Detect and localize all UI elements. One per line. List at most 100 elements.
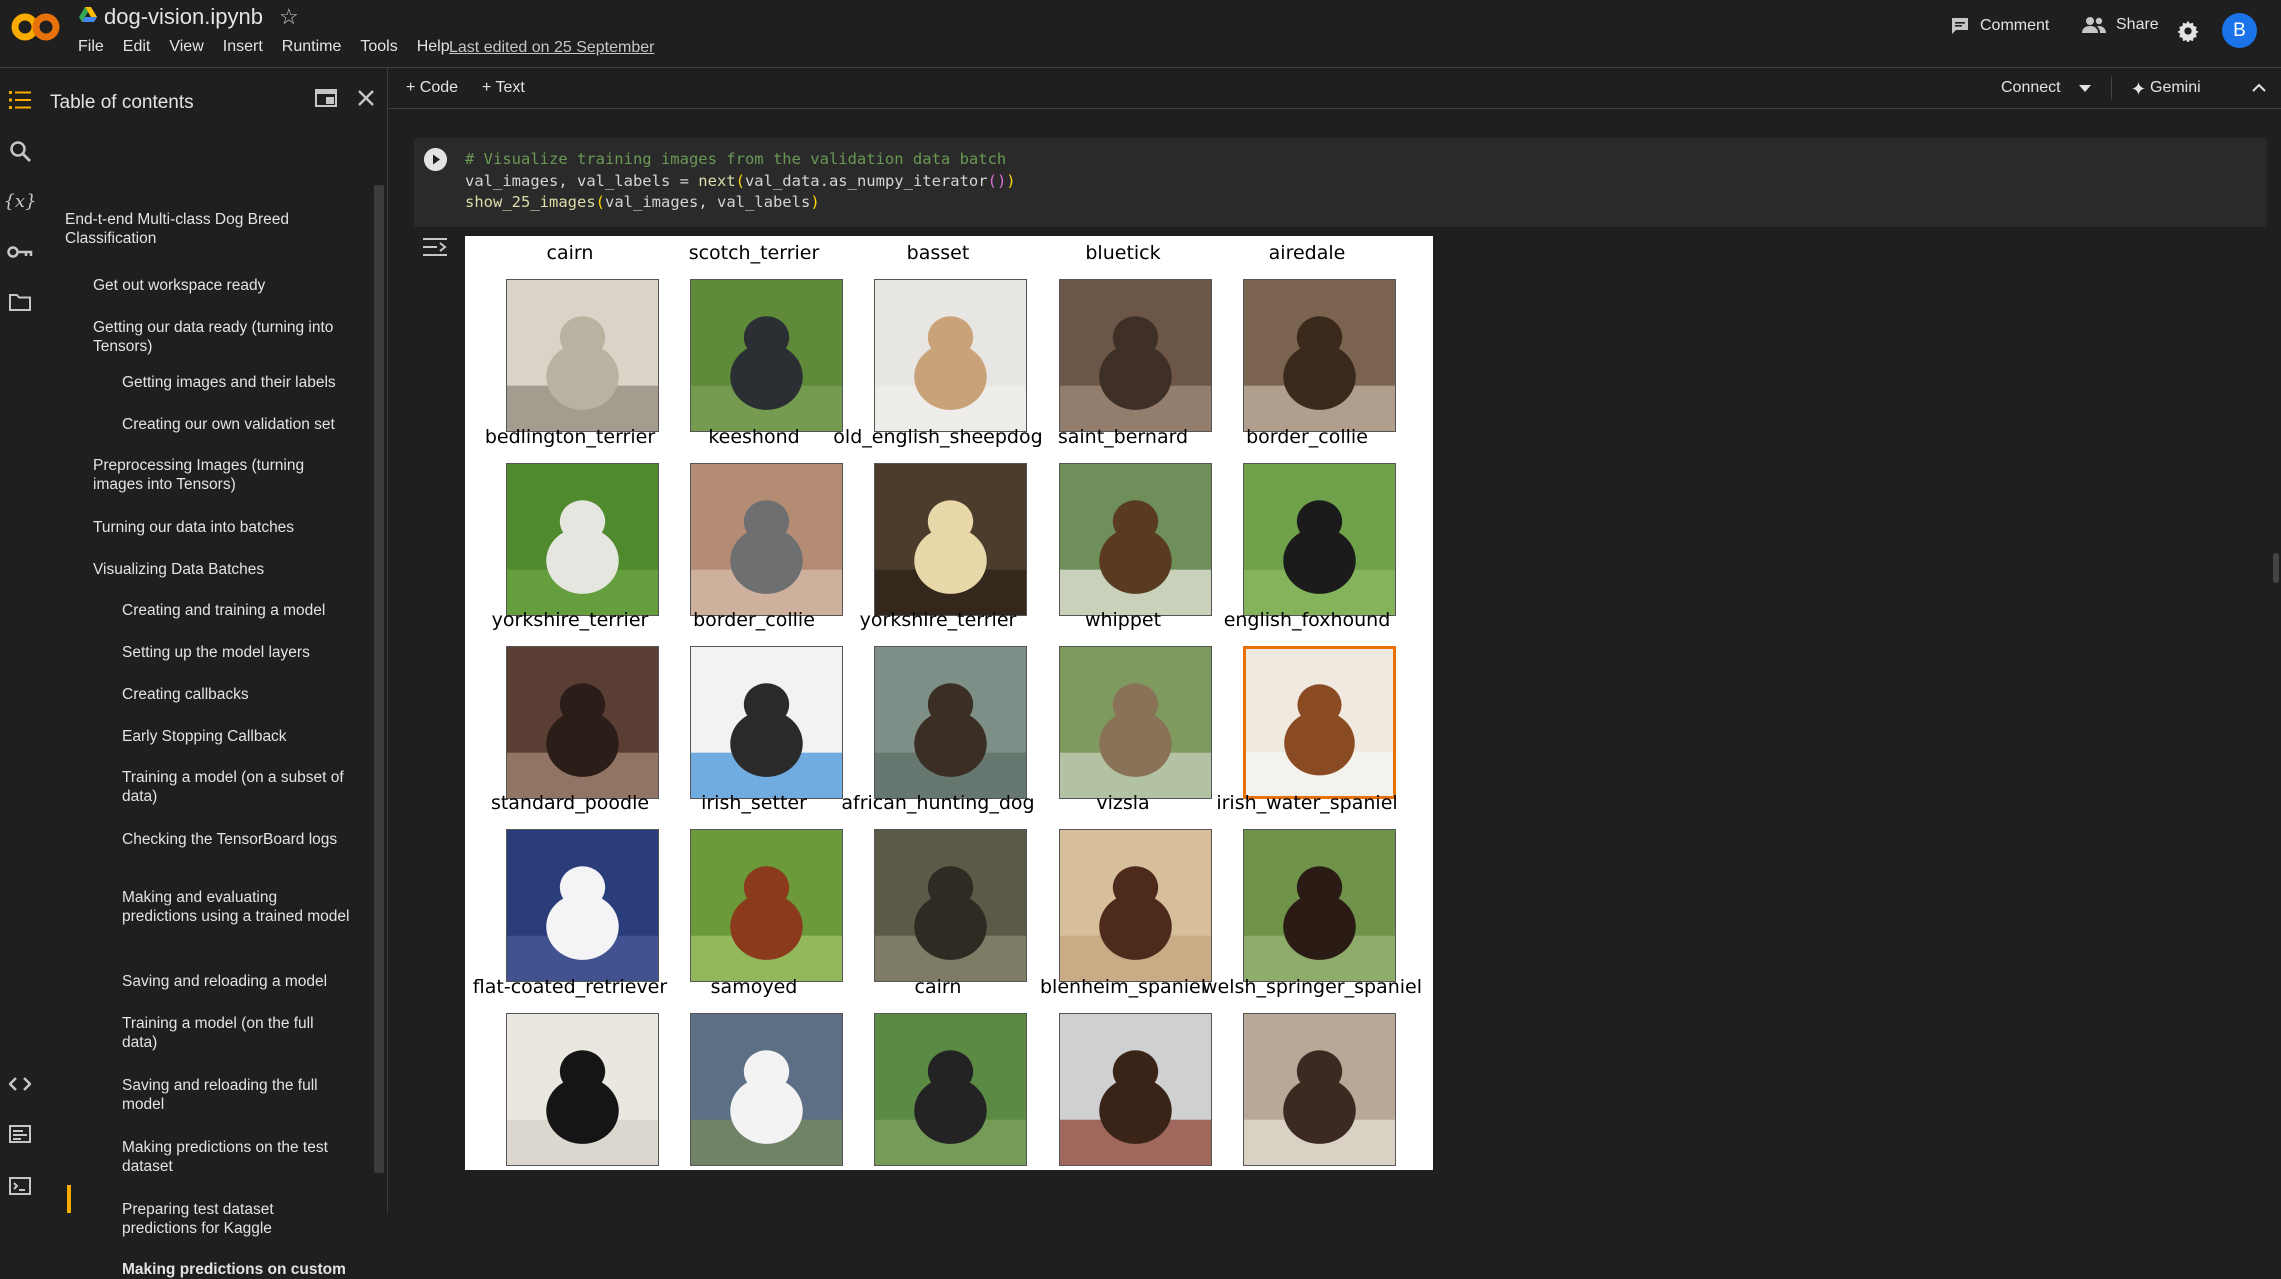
share-label: Share	[2116, 16, 2159, 33]
colab-logo-icon[interactable]	[11, 9, 61, 45]
search-icon[interactable]	[6, 137, 34, 165]
image-label: cairn	[914, 976, 962, 998]
toc-item[interactable]: Creating our own validation set	[122, 415, 352, 434]
menu-view[interactable]: View	[169, 38, 203, 56]
connect-button[interactable]: Connect	[2001, 79, 2061, 97]
notebook-title[interactable]: dog-vision.ipynb	[104, 4, 263, 30]
image-label: blenheim_spaniel	[1040, 976, 1206, 998]
toc-item[interactable]: Setting up the model layers	[122, 643, 352, 662]
image-label: standard_poodle	[490, 792, 650, 814]
toc-item[interactable]: Checking the TensorBoard logs	[122, 830, 352, 849]
chevron-up-icon[interactable]	[2252, 83, 2266, 92]
image-tile: blenheim_spaniel	[1028, 976, 1218, 1166]
dog-photo	[874, 279, 1027, 432]
toc-scrollbar[interactable]	[374, 185, 384, 1173]
dog-photo	[874, 1013, 1027, 1166]
toc-item[interactable]: Making predictions on custom	[122, 1260, 352, 1279]
run-cell-icon[interactable]	[424, 148, 447, 171]
code-snippets-icon[interactable]	[6, 1070, 34, 1098]
panel-divider[interactable]	[387, 68, 388, 1213]
dog-photo	[874, 646, 1027, 799]
folder-icon[interactable]	[6, 288, 34, 316]
account-avatar[interactable]: B	[2222, 13, 2257, 48]
image-label: saint_bernard	[1057, 426, 1189, 448]
toc-item[interactable]: Saving and reloading a model	[122, 972, 352, 991]
image-label: flat-coated_retriever	[472, 976, 668, 998]
image-label: yorkshire_terrier	[491, 609, 649, 631]
dog-photo	[690, 1013, 843, 1166]
key-icon[interactable]	[6, 238, 34, 266]
image-tile: yorkshire_terrier	[843, 609, 1033, 799]
image-tile: flat-coated_retriever	[473, 976, 667, 1166]
toc-item[interactable]: Preparing test dataset predictions for K…	[122, 1200, 352, 1238]
toc-item[interactable]: Creating and training a model	[122, 601, 352, 620]
image-tile: cairn	[843, 976, 1033, 1166]
image-tile: border_collie	[1212, 426, 1402, 616]
image-tile: welsh_springer_spaniel	[1202, 976, 1422, 1166]
image-tile: standard_poodle	[475, 792, 665, 982]
toc-item[interactable]: Creating callbacks	[122, 685, 352, 704]
gemini-label: Gemini	[2150, 79, 2201, 96]
share-button[interactable]: Share	[2082, 16, 2159, 34]
toc-item[interactable]: Getting our data ready (turning into Ten…	[93, 318, 343, 356]
image-tile: african_hunting_dog	[841, 792, 1035, 982]
toc-item[interactable]: End-t-end Multi-class Dog Breed Classifi…	[65, 210, 315, 248]
toc-item[interactable]: Training a model (on the full data)	[122, 1014, 352, 1052]
toc-item[interactable]: Getting images and their labels	[122, 373, 352, 392]
code-editor[interactable]: # Visualize training images from the val…	[465, 149, 1016, 214]
image-tile: airedale	[1212, 242, 1402, 432]
dog-photo	[1059, 279, 1212, 432]
menu-runtime[interactable]: Runtime	[282, 38, 342, 56]
add-code-button[interactable]: + Code	[406, 79, 458, 97]
image-tile: saint_bernard	[1028, 426, 1218, 616]
image-label: yorkshire_terrier	[859, 609, 1017, 631]
image-tile: bedlington_terrier	[475, 426, 665, 616]
menu-edit[interactable]: Edit	[123, 38, 151, 56]
image-label: samoyed	[710, 976, 798, 998]
gear-icon[interactable]	[2177, 20, 2199, 42]
chevron-down-icon[interactable]	[2079, 85, 2091, 93]
toc-item[interactable]: Training a model (on a subset of data)	[122, 768, 352, 806]
dog-photo	[1059, 1013, 1212, 1166]
code-comment: # Visualize training images from the val…	[465, 150, 1007, 168]
dog-photo	[1243, 463, 1396, 616]
menu-tools[interactable]: Tools	[360, 38, 397, 56]
toc-item[interactable]: Making and evaluating predictions using …	[122, 888, 352, 926]
toc-item[interactable]: Get out workspace ready	[93, 276, 343, 295]
image-label: cairn	[546, 242, 594, 264]
add-text-button[interactable]: + Text	[482, 79, 525, 97]
image-label: bluetick	[1085, 242, 1161, 264]
toc-item[interactable]: Making predictions on the test dataset	[122, 1138, 352, 1176]
image-label: basset	[906, 242, 970, 264]
toc-item[interactable]: Visualizing Data Batches	[93, 560, 343, 579]
image-tile: border_collie	[659, 609, 849, 799]
command-palette-icon[interactable]	[6, 1120, 34, 1148]
people-icon	[2082, 17, 2106, 33]
toc-item[interactable]: Turning our data into batches	[93, 518, 343, 537]
image-label: old_english_sheepdog	[833, 426, 1043, 448]
variables-icon[interactable]: {x}	[3, 187, 36, 215]
dog-photo	[506, 829, 659, 982]
star-icon[interactable]: ☆	[279, 5, 299, 29]
image-label: bedlington_terrier	[484, 426, 656, 448]
menu-file[interactable]: File	[78, 38, 104, 56]
toc-item[interactable]: Early Stopping Callback	[122, 727, 352, 746]
toc-panel: Table of contents End-t-end Multi-class …	[40, 68, 387, 1278]
menu-insert[interactable]: Insert	[223, 38, 263, 56]
last-edited-link[interactable]: Last edited on 25 September	[449, 39, 654, 57]
comment-button[interactable]: Comment	[1950, 16, 2049, 36]
toc-item[interactable]: Preprocessing Images (turning images int…	[93, 456, 343, 494]
image-tile: yorkshire_terrier	[475, 609, 665, 799]
toc-item[interactable]: Saving and reloading the full model	[122, 1076, 352, 1114]
image-tile: keeshond	[659, 426, 849, 616]
gemini-button[interactable]: Gemini	[2132, 79, 2201, 97]
toc-icon[interactable]	[6, 86, 34, 114]
image-tile: basset	[843, 242, 1033, 432]
menu-help[interactable]: Help	[417, 38, 450, 56]
dog-photo	[1059, 829, 1212, 982]
comment-icon	[1952, 18, 1968, 34]
output-toggle-icon[interactable]	[422, 236, 448, 258]
dog-photo	[506, 1013, 659, 1166]
terminal-icon[interactable]	[6, 1172, 34, 1200]
notebook-scrollbar[interactable]	[2273, 553, 2279, 583]
